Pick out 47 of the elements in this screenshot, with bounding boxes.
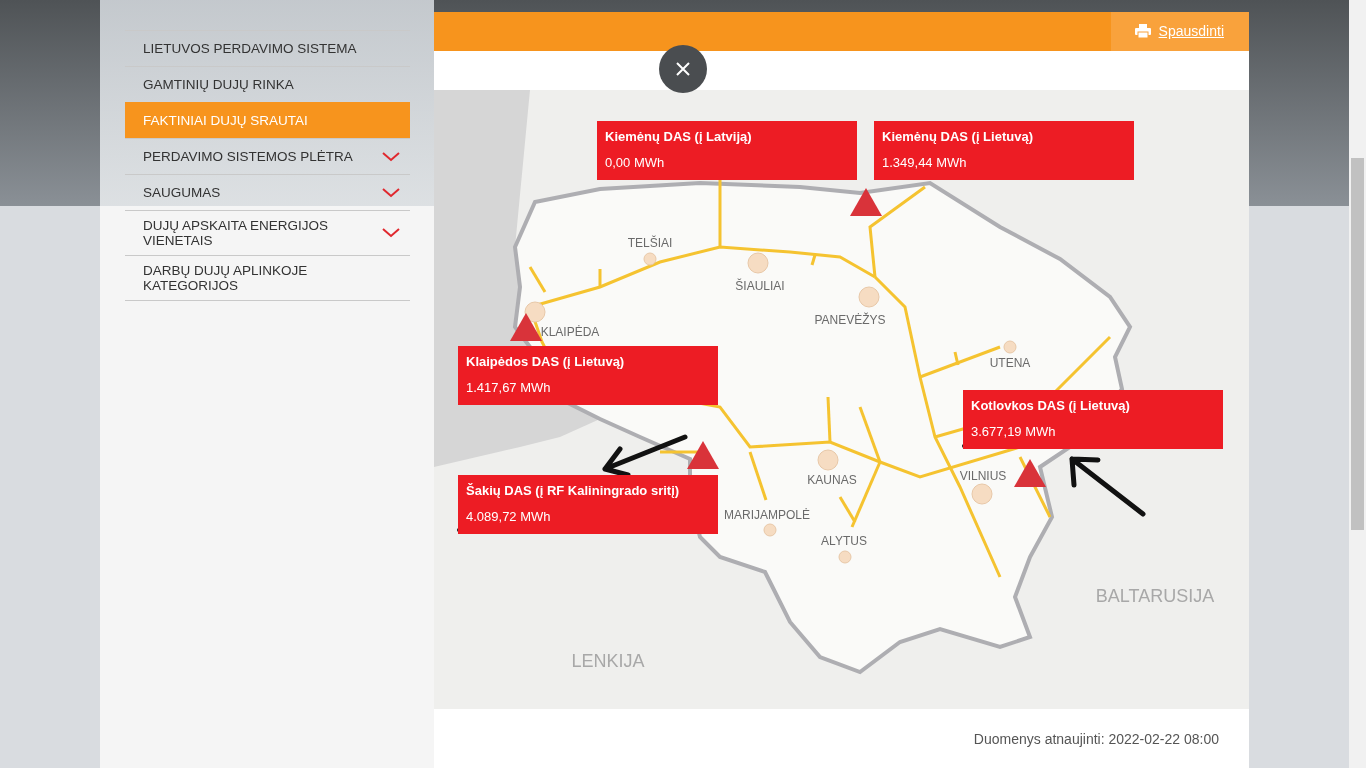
city-dot: [763, 523, 777, 537]
city-dot: [643, 252, 657, 266]
city-dot: [747, 252, 769, 274]
chevron-down-icon: [382, 151, 400, 162]
city-label: KLAIPĖDA: [540, 325, 600, 340]
city-label: KAUNAS: [807, 473, 857, 488]
updated-text: Duomenys atnaujinti: 2022-02-22 08:00: [973, 731, 1219, 748]
station-name: Kiemėnų DAS (į Latviją): [605, 129, 753, 145]
city-label: UTENA: [989, 356, 1031, 371]
chevron-down-icon: [382, 228, 400, 238]
station-marker: [687, 441, 719, 470]
city-dot: [524, 301, 546, 323]
city-dot: [838, 550, 852, 564]
menu-item[interactable]: SAUGUMAS: [125, 174, 410, 210]
city-label: ŠIAULIAI: [735, 279, 785, 294]
printer-icon: [1134, 24, 1151, 39]
city-label: PANEVĖŽYS: [814, 313, 886, 328]
country-label: BALTARUSIJA: [1095, 586, 1215, 607]
scrollbar-thumb[interactable]: [1351, 158, 1364, 530]
station-name: Klaipėdos DAS (į Lietuvą): [466, 354, 626, 370]
chevron-down-icon: [382, 187, 400, 198]
menu-item[interactable]: DUJŲ APSKAITA ENERGIJOS VIENETAIS: [125, 210, 410, 255]
station-name: Kotlovkos DAS (į Lietuvą): [971, 398, 1131, 414]
city-dot: [971, 483, 993, 505]
station-value: 1.417,67 MWh: [466, 380, 552, 396]
city-label: TELŠIAI: [627, 236, 673, 251]
menu-item[interactable]: DARBŲ DUJŲ APLINKOJE KATEGORIJOS: [125, 255, 410, 301]
city-dot: [1003, 340, 1017, 354]
city-dot: [858, 286, 880, 308]
city-label: ALYTUS: [821, 534, 867, 549]
station-marker: [850, 188, 882, 217]
scrollbar[interactable]: [1349, 0, 1366, 768]
station-value: 0,00 MWh: [605, 155, 666, 171]
city-dot: [817, 449, 839, 471]
station-value: 1.349,44 MWh: [882, 155, 968, 171]
country-label: LENKIJA: [571, 651, 645, 672]
menu-item[interactable]: PERDAVIMO SISTEMOS PLĖTRA: [125, 138, 410, 174]
station-value: 4.089,72 MWh: [466, 509, 552, 525]
station-name: Šakių DAS (į RF Kaliningrado sritį): [466, 483, 681, 499]
station-marker: [1014, 459, 1046, 488]
menu-item[interactable]: LIETUVOS PERDAVIMO SISTEMA: [125, 30, 410, 66]
city-label: VILNIUS: [959, 469, 1007, 484]
station-name: Kiemėnų DAS (į Lietuvą): [882, 129, 1034, 145]
station-value: 3.677,19 MWh: [971, 424, 1057, 440]
station-marker: [510, 313, 542, 342]
close-icon: [676, 62, 690, 76]
city-label: MARIJAMPOLĖ: [724, 508, 810, 523]
